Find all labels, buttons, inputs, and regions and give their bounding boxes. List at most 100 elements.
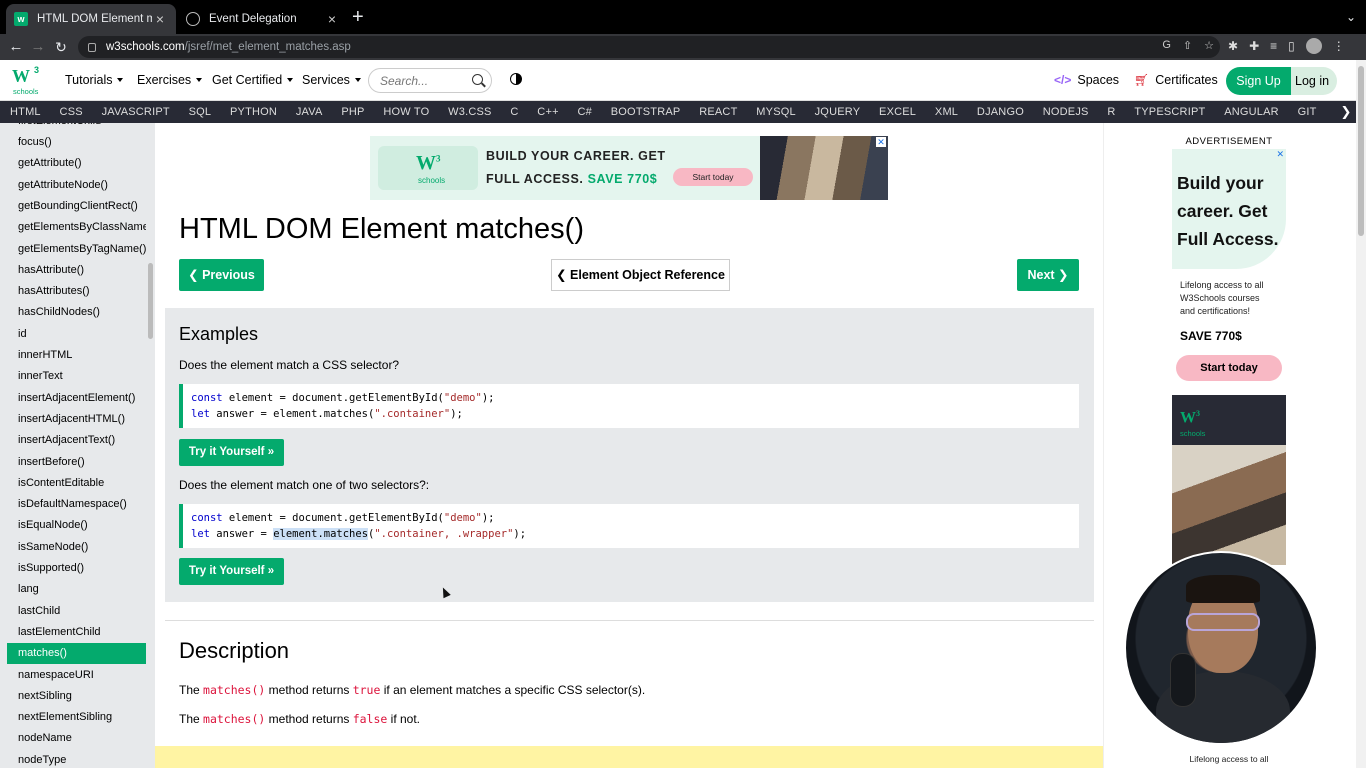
sidebar-item[interactable]: isSupported() (7, 558, 146, 579)
lang-link-typescript[interactable]: TYPESCRIPT (1134, 106, 1205, 118)
sidebar-item[interactable]: focus() (7, 132, 146, 153)
reading-list-icon[interactable]: ≡ (1270, 39, 1277, 53)
lang-link-r[interactable]: R (1107, 106, 1115, 118)
signup-button[interactable]: Sign Up (1226, 67, 1291, 95)
sidebar-item[interactable]: isContentEditable (7, 473, 146, 494)
lang-link-html[interactable]: HTML (10, 106, 41, 118)
sidebar-item[interactable]: getElementsByClassName (7, 217, 146, 238)
lang-link-w3-css[interactable]: W3.CSS (448, 106, 491, 118)
next-button[interactable]: Next ❯ (1017, 259, 1079, 291)
close-tab-icon[interactable]: × (324, 11, 340, 27)
lang-link-python[interactable]: PYTHON (230, 106, 277, 118)
lang-link-c-[interactable]: C# (578, 106, 592, 118)
lang-link-c-[interactable]: C++ (537, 106, 558, 118)
reload-icon[interactable]: ↻ (51, 37, 71, 57)
sidebar-item[interactable]: lastChild (7, 601, 146, 622)
side-ad-start-button[interactable]: Start today (1176, 355, 1282, 381)
menu-tutorials[interactable]: Tutorials (65, 73, 124, 87)
lang-link-django[interactable]: DJANGO (977, 106, 1024, 118)
forward-arrow-icon[interactable]: → (28, 37, 48, 57)
try-it-yourself-button[interactable]: Try it Yourself » (179, 558, 284, 585)
sidebar-item[interactable]: isSameNode() (7, 537, 146, 558)
chevron-right-icon[interactable]: ❯ (1336, 101, 1356, 123)
tab-search-chevron-icon[interactable]: ⌄ (1346, 10, 1356, 24)
google-icon[interactable]: G (1162, 39, 1171, 52)
sidebar-item[interactable]: getAttribute() (7, 153, 146, 174)
lang-link-sql[interactable]: SQL (189, 106, 212, 118)
sidebar-item[interactable]: insertAdjacentHTML() (7, 409, 146, 430)
sidebar-scrollbar[interactable] (148, 263, 153, 339)
sidebar-item[interactable]: innerText (7, 366, 146, 387)
close-tab-icon[interactable]: × (152, 11, 168, 27)
url-bar[interactable]: w3schools.com/jsref/met_element_matches.… (78, 36, 1220, 58)
tab-active[interactable]: w HTML DOM Element matches × (6, 4, 176, 34)
sidebar-item[interactable]: matches() (7, 643, 146, 665)
lang-link-java[interactable]: JAVA (296, 106, 323, 118)
tab-event-delegation[interactable]: Event Delegation × (178, 4, 348, 34)
menu-get-certified[interactable]: Get Certified (212, 73, 294, 87)
puzzle-icon[interactable]: ✚ (1249, 39, 1259, 53)
dark-mode-toggle-icon[interactable] (510, 73, 522, 85)
sidebar-item[interactable]: hasAttribute() (7, 260, 146, 281)
sidebar-item[interactable]: hasChildNodes() (7, 302, 146, 323)
extension-icon[interactable]: ✱ (1228, 39, 1238, 53)
lang-link-c[interactable]: C (510, 106, 518, 118)
sidebar-item[interactable]: isEqualNode() (7, 515, 146, 536)
lang-link-excel[interactable]: EXCEL (879, 106, 916, 118)
lang-link-angular[interactable]: ANGULAR (1224, 106, 1279, 118)
code-example-2[interactable]: const element = document.getElementById(… (179, 504, 1079, 548)
sidebar-item[interactable]: insertAdjacentText() (7, 430, 146, 451)
menu-services[interactable]: Services (302, 73, 361, 87)
lang-link-javascript[interactable]: JAVASCRIPT (102, 106, 170, 118)
search-icon[interactable] (472, 74, 483, 85)
element-reference-button[interactable]: ❮ Element Object Reference (551, 259, 730, 291)
certificates-link[interactable]: 🛒︎ Certificates (1134, 73, 1218, 87)
lang-link-how-to[interactable]: HOW TO (383, 106, 429, 118)
side-ad-dark[interactable]: W3 schools (1172, 395, 1286, 565)
profile-avatar[interactable] (1305, 38, 1322, 54)
sidebar-item[interactable]: lang (7, 579, 146, 600)
login-button[interactable]: Log in (1291, 67, 1337, 95)
lang-link-bootstrap[interactable]: BOOTSTRAP (611, 106, 681, 118)
code-example-1[interactable]: const element = document.getElementById(… (179, 384, 1079, 428)
sidebar-item[interactable]: getAttributeNode() (7, 175, 146, 196)
sidebar-item[interactable]: nodeName (7, 728, 146, 749)
sidebar-item[interactable]: nodeType (7, 750, 146, 768)
sidebar-item[interactable]: lastElementChild (7, 622, 146, 643)
sidebar-item-cut[interactable]: firstElementChild (18, 123, 101, 127)
lang-link-xml[interactable]: XML (935, 106, 958, 118)
sidebar-item[interactable]: id (7, 324, 146, 345)
ad-close-icon[interactable]: ✕ (876, 137, 886, 147)
ad-close-icon[interactable]: ✕ (1276, 149, 1284, 160)
sidebar-item[interactable]: isDefaultNamespace() (7, 494, 146, 515)
side-ad[interactable]: Build your career. Get Full Access. Lifelo… (1172, 149, 1286, 389)
bookmark-star-icon[interactable]: ☆ (1204, 39, 1214, 52)
page-scrollbar[interactable] (1356, 60, 1366, 768)
sidebar-item[interactable]: namespaceURI (7, 665, 146, 686)
try-it-yourself-button[interactable]: Try it Yourself » (179, 439, 284, 466)
sidebar-item[interactable]: nextSibling (7, 686, 146, 707)
sidebar-item[interactable]: getElementsByTagName() (7, 239, 146, 260)
sidebar-item[interactable]: innerHTML (7, 345, 146, 366)
lang-link-jquery[interactable]: JQUERY (815, 106, 861, 118)
lang-link-css[interactable]: CSS (60, 106, 83, 118)
lang-link-react[interactable]: REACT (699, 106, 737, 118)
sidebar-item[interactable]: insertBefore() (7, 452, 146, 473)
sidebar-item[interactable]: hasAttributes() (7, 281, 146, 302)
lang-link-git[interactable]: GIT (1298, 106, 1317, 118)
lang-link-mysql[interactable]: MYSQL (756, 106, 796, 118)
chrome-menu-icon[interactable]: ⋮ (1333, 39, 1345, 53)
lang-link-nodejs[interactable]: NODEJS (1043, 106, 1089, 118)
sidebar-item[interactable]: insertAdjacentElement() (7, 388, 146, 409)
new-tab-icon[interactable]: + (352, 7, 364, 27)
menu-exercises[interactable]: Exercises (137, 73, 203, 87)
sidebar-item[interactable]: nextElementSibling (7, 707, 146, 728)
spaces-link[interactable]: </> Spaces (1054, 73, 1119, 87)
back-arrow-icon[interactable]: ← (6, 37, 26, 57)
sidebar-item[interactable]: getBoundingClientRect() (7, 196, 146, 217)
sidepanel-icon[interactable]: ▯ (1288, 39, 1295, 53)
banner-ad[interactable]: W3 schools BUILD YOUR CAREER. GET FULL A… (370, 136, 888, 200)
lang-link-php[interactable]: PHP (341, 106, 364, 118)
share-icon[interactable]: ⇧ (1183, 39, 1192, 52)
w3schools-logo[interactable]: W 3 schools (12, 65, 42, 97)
